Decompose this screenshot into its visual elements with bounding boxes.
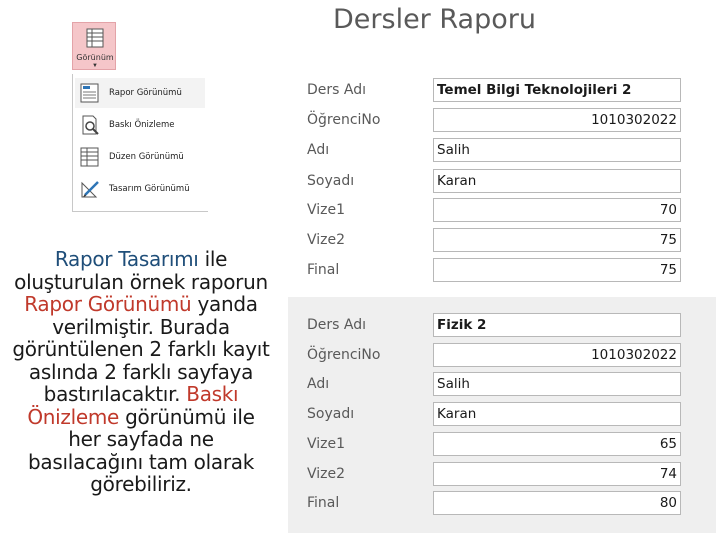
caption-highlight-report-view: Rapor Görünümü	[24, 292, 192, 316]
caption-highlight-design: Rapor Tasarımı	[54, 247, 199, 271]
view-button-label: Görünüm	[76, 53, 114, 62]
report-record: Ders Adı Fizik 2 ÖğrenciNo 1010302022 Ad…	[288, 297, 716, 533]
field-label: Adı	[307, 142, 330, 158]
field-row: ÖğrenciNo 1010302022	[288, 108, 716, 138]
menu-item-layout-view[interactable]: Düzen Görünümü	[75, 142, 205, 172]
field-row: ÖğrenciNo 1010302022	[288, 343, 716, 373]
view-menu-list: Rapor Görünümü Baskı Önizleme Düzen Görü…	[72, 74, 208, 212]
menu-item-label: Düzen Görünümü	[109, 152, 184, 162]
field-label: Soyadı	[307, 173, 355, 189]
layout-view-icon	[80, 147, 99, 167]
field-label: Adı	[307, 376, 330, 392]
menu-item-label: Baskı Önizleme	[109, 120, 175, 130]
chevron-down-icon: ▼	[92, 63, 98, 69]
view-menu: Görünüm ▼ Rapor Görünümü Baskı Önizleme	[72, 22, 208, 212]
field-row: Final 75	[288, 258, 716, 288]
field-value: Fizik 2	[433, 313, 681, 337]
report-title: Dersler Raporu	[333, 4, 536, 35]
report-view-icon	[80, 83, 99, 103]
menu-item-report-view[interactable]: Rapor Görünümü	[75, 78, 205, 108]
field-value: 1010302022	[433, 108, 681, 132]
menu-item-label: Rapor Görünümü	[109, 88, 182, 98]
menu-item-label: Tasarım Görünümü	[109, 184, 190, 194]
field-value: 75	[433, 228, 681, 252]
field-row: Adı Salih	[288, 138, 716, 168]
print-preview-icon	[82, 115, 99, 135]
field-row: Vize1 65	[288, 432, 716, 462]
field-value: Temel Bilgi Teknolojileri 2	[433, 78, 681, 102]
field-row: Soyadı Karan	[288, 402, 716, 432]
field-row: Final 80	[288, 491, 716, 521]
field-row: Vize2 75	[288, 228, 716, 258]
field-value: Salih	[433, 138, 681, 162]
field-label: Ders Adı	[307, 82, 367, 98]
menu-item-design-view[interactable]: Tasarım Görünümü	[75, 174, 205, 204]
caption-text: Rapor Tasarımı ile oluşturulan örnek rap…	[12, 248, 270, 496]
field-value: 1010302022	[433, 343, 681, 367]
field-value: 74	[433, 462, 681, 486]
field-label: Vize1	[307, 202, 346, 218]
field-label: Final	[307, 495, 340, 511]
field-label: Vize1	[307, 436, 346, 452]
field-label: Ders Adı	[307, 317, 367, 333]
field-value: 80	[433, 491, 681, 515]
field-label: Final	[307, 262, 340, 278]
field-label: ÖğrenciNo	[307, 112, 381, 128]
design-view-icon	[81, 181, 99, 198]
field-label: Vize2	[307, 466, 346, 482]
field-label: Soyadı	[307, 406, 355, 422]
field-row: Vize1 70	[288, 198, 716, 228]
menu-item-print-preview[interactable]: Baskı Önizleme	[75, 110, 205, 140]
field-row: Ders Adı Fizik 2	[288, 313, 716, 343]
view-grid-icon	[86, 28, 104, 48]
field-row: Soyadı Karan	[288, 169, 716, 199]
field-value: Karan	[433, 169, 681, 193]
field-value: Karan	[433, 402, 681, 426]
field-row: Vize2 74	[288, 462, 716, 492]
field-row: Adı Salih	[288, 372, 716, 402]
field-label: ÖğrenciNo	[307, 347, 381, 363]
field-row: Ders Adı Temel Bilgi Teknolojileri 2	[288, 78, 716, 108]
field-value: Salih	[433, 372, 681, 396]
report-record: Ders Adı Temel Bilgi Teknolojileri 2 Öğr…	[288, 75, 716, 311]
view-button[interactable]: Görünüm ▼	[72, 22, 116, 70]
field-value: 70	[433, 198, 681, 222]
field-label: Vize2	[307, 232, 346, 248]
field-value: 65	[433, 432, 681, 456]
field-value: 75	[433, 258, 681, 282]
